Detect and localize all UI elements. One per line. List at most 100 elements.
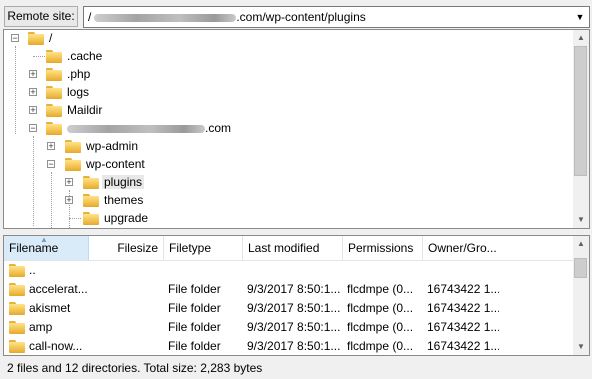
tree-item-label: plugins [102, 175, 145, 189]
remote-path-text[interactable]: / .com/wp-content/plugins [88, 10, 366, 24]
expand-icon[interactable]: + [29, 70, 37, 79]
expand-icon[interactable]: + [29, 106, 37, 115]
folder-icon [9, 340, 25, 353]
column-header-permissions[interactable]: Permissions [343, 236, 423, 260]
cell-last-modified: 9/3/2017 8:50:1... [247, 282, 341, 296]
tree-item-label: / [49, 31, 53, 45]
remote-path-suffix: .com/wp-content/plugins [236, 10, 366, 24]
remote-path-prefix: / [88, 10, 92, 24]
cell-last-modified: 9/3/2017 8:50:1... [247, 339, 341, 353]
cell-filetype: File folder [168, 301, 221, 315]
collapse-icon[interactable]: − [47, 160, 55, 169]
collapse-icon[interactable]: − [11, 34, 19, 43]
folder-icon [83, 212, 99, 225]
tree-scrollbar[interactable]: ▲ ▼ [573, 30, 589, 228]
redacted-domain [94, 13, 237, 22]
column-header-owner-group[interactable]: Owner/Gro... [423, 236, 573, 260]
scroll-thumb[interactable] [574, 46, 587, 176]
cell-owner-group: 16743422 1... [427, 282, 499, 296]
cell-filename: accelerat... [29, 282, 88, 296]
tree-item-root[interactable]: − / [4, 30, 564, 48]
remote-file-list[interactable]: ▲ Filename Filesize Filetype Last modifi… [3, 235, 590, 356]
remote-path-combobox[interactable]: / .com/wp-content/plugins ▼ [83, 6, 590, 28]
column-header-filetype[interactable]: Filetype [164, 236, 243, 260]
tree-item-maildir[interactable]: + Maildir [4, 102, 564, 120]
scroll-down-icon[interactable]: ▼ [573, 212, 589, 228]
cell-filetype: File folder [168, 339, 221, 353]
tree-item-php[interactable]: + .php [4, 66, 564, 84]
list-row[interactable]: akismet File folder 9/3/2017 8:50:1... f… [4, 299, 573, 318]
cell-last-modified: 9/3/2017 8:50:1... [247, 301, 341, 315]
cell-owner-group: 16743422 1... [427, 339, 499, 353]
redacted-domain [67, 124, 205, 133]
folder-icon [9, 302, 25, 315]
tree-item-wp-content[interactable]: − wp-content [4, 156, 564, 174]
scroll-thumb[interactable] [574, 258, 587, 278]
folder-icon [46, 122, 62, 135]
cell-permissions: flcdmpe (0... [347, 301, 414, 315]
folder-icon [46, 68, 62, 81]
column-header-filesize[interactable]: Filesize [89, 236, 164, 260]
cell-filename: call-now... [29, 339, 83, 353]
tree-item-label: .cache [67, 49, 103, 63]
column-label: Permissions [348, 241, 414, 255]
column-label: Filename [9, 241, 59, 255]
tree-item-label: wp-content [86, 157, 145, 171]
list-header: ▲ Filename Filesize Filetype Last modifi… [4, 236, 573, 261]
tree-item-label: .com [67, 121, 231, 135]
cell-filetype: File folder [168, 320, 221, 334]
tree-item-themes[interactable]: + themes [4, 192, 564, 210]
tree-item-label: themes [104, 193, 144, 207]
tree-item-plugins[interactable]: + plugins [4, 174, 564, 192]
cell-filename: akismet [29, 301, 71, 315]
column-label: Filesize [117, 241, 158, 255]
expand-icon[interactable]: + [29, 88, 37, 97]
column-header-filename[interactable]: ▲ Filename [4, 236, 89, 260]
tree-item-logs[interactable]: + logs [4, 84, 564, 102]
list-row[interactable]: amp File folder 9/3/2017 8:50:1... flcdm… [4, 318, 573, 337]
status-text: 2 files and 12 directories. Total size: … [7, 361, 263, 375]
list-row-parent[interactable]: .. [4, 261, 573, 280]
folder-icon [9, 264, 25, 277]
remote-directory-tree[interactable]: − / .cache + .php + logs + Maildir − .co… [3, 29, 590, 229]
cell-permissions: flcdmpe (0... [347, 282, 414, 296]
column-label: Last modified [248, 241, 320, 255]
cell-owner-group: 16743422 1... [427, 320, 499, 334]
status-bar: 2 files and 12 directories. Total size: … [0, 357, 592, 379]
folder-icon [46, 104, 62, 117]
tree-item-domain[interactable]: − .com [4, 120, 564, 138]
tree-item-label: logs [67, 85, 90, 99]
column-label: Owner/Gro... [428, 241, 497, 255]
folder-icon [28, 32, 44, 45]
scroll-down-icon[interactable]: ▼ [573, 339, 589, 355]
tree-item-wp-admin[interactable]: + wp-admin [4, 138, 564, 156]
cell-owner-group: 16743422 1... [427, 301, 499, 315]
folder-icon [83, 194, 99, 207]
expand-icon[interactable]: + [65, 196, 73, 205]
list-scrollbar[interactable]: ▲ ▼ [573, 236, 589, 355]
scroll-up-icon[interactable]: ▲ [573, 236, 589, 252]
scroll-up-icon[interactable]: ▲ [573, 30, 589, 46]
remote-site-label: Remote site: [4, 6, 78, 27]
expand-icon[interactable]: + [65, 178, 73, 187]
tree-item-label: .php [67, 67, 91, 81]
chevron-down-icon[interactable]: ▼ [574, 10, 586, 24]
sort-ascending-icon: ▲ [40, 235, 48, 244]
list-row[interactable]: accelerat... File folder 9/3/2017 8:50:1… [4, 280, 573, 299]
expand-icon[interactable]: + [47, 142, 55, 151]
column-label: Filetype [169, 241, 212, 255]
cell-filename: .. [29, 263, 36, 277]
folder-icon [65, 140, 81, 153]
list-row[interactable]: call-now... File folder 9/3/2017 8:50:1.… [4, 337, 573, 355]
tree-item-upgrade[interactable]: upgrade [4, 210, 564, 228]
column-header-last-modified[interactable]: Last modified [243, 236, 343, 260]
cell-last-modified: 9/3/2017 8:50:1... [247, 320, 341, 334]
folder-icon [46, 50, 62, 63]
tree-item-cache[interactable]: .cache [4, 48, 564, 66]
cell-filename: amp [29, 320, 53, 334]
tree-item-label: Maildir [67, 103, 103, 117]
collapse-icon[interactable]: − [29, 124, 37, 133]
tree-item-label: upgrade [104, 211, 149, 225]
domain-suffix: .com [205, 121, 232, 135]
folder-icon [83, 176, 99, 189]
